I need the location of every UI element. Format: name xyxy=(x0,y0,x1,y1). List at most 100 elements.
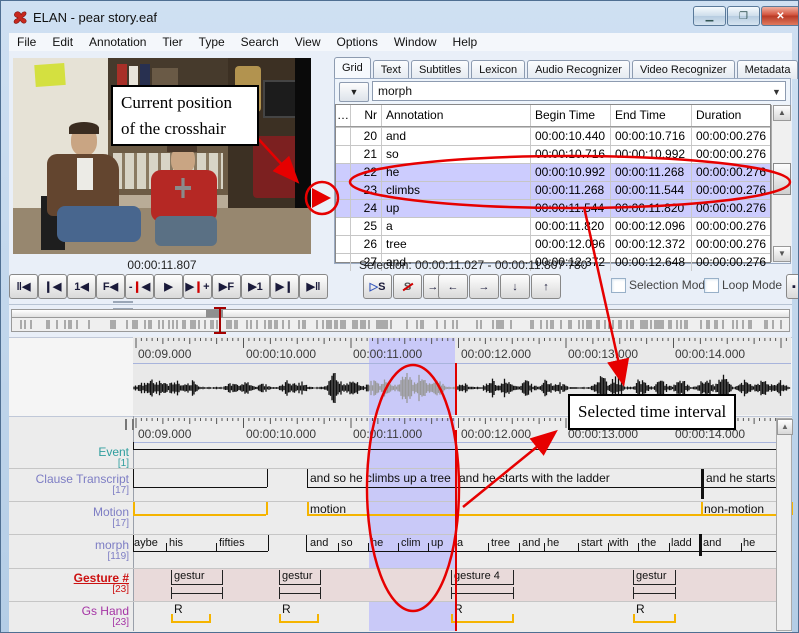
pixel-left-button[interactable]: -❙◀ xyxy=(125,274,154,299)
go-to-begin-button[interactable]: ‖◀ xyxy=(9,274,38,299)
second-left-button[interactable]: 1◀ xyxy=(67,274,96,299)
minimize-button[interactable]: ▁ xyxy=(693,6,726,26)
gesture-annotation[interactable]: gesture 4 xyxy=(451,570,514,585)
tier-label-gs-hand[interactable]: Gs Hand xyxy=(9,604,129,618)
menu-type[interactable]: Type xyxy=(191,34,233,50)
next-annotation-button[interactable]: → xyxy=(469,274,499,299)
tab-lexicon[interactable]: Lexicon xyxy=(471,60,525,79)
morph-annotation[interactable]: he xyxy=(743,537,755,549)
maximize-button[interactable]: ❐ xyxy=(727,6,760,26)
motion-annotation[interactable]: non-motion xyxy=(704,502,764,516)
morph-annotation[interactable]: ladd xyxy=(671,537,692,549)
frame-forward-button[interactable]: ▶F xyxy=(212,274,241,299)
go-to-next-scrollview-button[interactable]: ▶❙ xyxy=(270,274,299,299)
tab-subtitles[interactable]: Subtitles xyxy=(411,60,469,79)
tab-video-recognizer[interactable]: Video Recognizer xyxy=(632,60,735,79)
menu-help[interactable]: Help xyxy=(445,34,486,50)
morph-annotation[interactable]: and xyxy=(310,537,328,549)
play-selection-button[interactable]: ▷S xyxy=(363,274,392,299)
morph-annotation[interactable]: a xyxy=(457,537,463,549)
play-pause-button[interactable]: ▶ xyxy=(154,274,183,299)
timeline-scrollbar[interactable]: ▲ xyxy=(776,418,792,631)
clause-annotation[interactable]: and so he climbs up a tree xyxy=(310,471,451,485)
grid-header-0[interactable]: … xyxy=(336,105,350,126)
tier-selector-button[interactable]: ▼ xyxy=(339,82,369,102)
previous-annotation-button[interactable]: ← xyxy=(438,274,468,299)
morph-annotation[interactable]: start xyxy=(581,537,602,549)
table-row[interactable]: 23climbs00:00:11.26800:00:11.54400:00:00… xyxy=(336,181,770,199)
grid-header-3[interactable]: Begin Time xyxy=(530,105,610,126)
morph-annotation[interactable]: and xyxy=(522,537,540,549)
menu-file[interactable]: File xyxy=(9,34,44,50)
annotation-tick xyxy=(741,543,742,551)
media-overview-bar[interactable] xyxy=(11,309,790,318)
loop-mode-label: Loop Mode xyxy=(722,278,782,292)
grid-header-5[interactable]: Duration xyxy=(691,105,770,126)
annotation-down-button[interactable]: ↓ xyxy=(500,274,530,299)
volume-button[interactable]: ▪ xyxy=(786,274,799,299)
menu-annotation[interactable]: Annotation xyxy=(81,34,154,50)
motion-annotation[interactable]: motion xyxy=(310,502,346,516)
morph-annotation[interactable]: so xyxy=(341,537,353,549)
tier-label-motion[interactable]: Motion xyxy=(9,505,129,519)
grid-header-2[interactable]: Annotation xyxy=(381,105,530,126)
table-row[interactable]: 25a00:00:11.82000:00:12.09600:00:00.276 xyxy=(336,217,770,235)
morph-annotation[interactable]: he xyxy=(547,537,559,549)
grid-scrollbar[interactable]: ▲ ▼ xyxy=(771,105,791,262)
tier-resize-handle[interactable] xyxy=(125,419,134,430)
menu-window[interactable]: Window xyxy=(386,34,445,50)
table-row[interactable]: 21so00:00:10.71600:00:10.99200:00:00.276 xyxy=(336,145,770,163)
tier-label-morph[interactable]: morph xyxy=(9,538,129,552)
second-right-button[interactable]: ▶1 xyxy=(241,274,270,299)
grid-scrollbar-thumb[interactable] xyxy=(773,163,791,195)
scroll-up-icon[interactable]: ▲ xyxy=(773,105,791,121)
scroll-down-icon[interactable]: ▼ xyxy=(773,246,791,262)
pixel-right-button[interactable]: ▶❙+ xyxy=(183,274,212,299)
tab-grid[interactable]: Grid xyxy=(334,57,371,79)
loop-mode-checkbox[interactable] xyxy=(704,278,719,293)
annotation-up-button[interactable]: ↑ xyxy=(531,274,561,299)
morph-annotation[interactable]: his xyxy=(169,537,183,549)
menu-search[interactable]: Search xyxy=(233,34,287,50)
tab-audio-recognizer[interactable]: Audio Recognizer xyxy=(527,60,630,79)
grid-header-1[interactable]: Nr xyxy=(350,105,381,126)
go-to-end-button[interactable]: ▶‖ xyxy=(299,274,328,299)
menu-edit[interactable]: Edit xyxy=(44,34,81,50)
tier-label-gesture-[interactable]: Gesture # xyxy=(9,571,129,585)
morph-annotation[interactable]: and xyxy=(703,537,721,549)
selection-mode-checkbox[interactable] xyxy=(611,278,626,293)
clear-selection-button[interactable]: S xyxy=(393,274,422,299)
table-row[interactable]: 24up00:00:11.54400:00:11.82000:00:00.276 xyxy=(336,199,770,217)
frame-backward-button[interactable]: F◀ xyxy=(96,274,125,299)
tier-count: [119] xyxy=(9,551,129,562)
tab-metadata[interactable]: Metadata xyxy=(737,60,799,79)
close-button[interactable]: ✕ xyxy=(761,6,799,26)
scroll-up-icon[interactable]: ▲ xyxy=(777,419,793,435)
tier-label-clause-transcript[interactable]: Clause Transcript xyxy=(9,472,129,486)
gesture-annotation[interactable]: gestur xyxy=(279,570,321,585)
menu-options[interactable]: Options xyxy=(329,34,386,50)
clause-annotation[interactable]: and he starts xyxy=(706,471,775,485)
tier-label-event[interactable]: Event xyxy=(9,445,129,459)
go-to-previous-scrollview-button[interactable]: ❙◀ xyxy=(38,274,67,299)
morph-annotation[interactable]: fifties xyxy=(219,537,245,549)
table-row[interactable]: 26tree00:00:12.09600:00:12.37200:00:00.2… xyxy=(336,235,770,253)
morph-annotation[interactable]: with xyxy=(609,537,629,549)
morph-annotation[interactable]: aybe xyxy=(134,537,158,549)
grid-header-4[interactable]: End Time xyxy=(610,105,691,126)
table-row[interactable]: 22he00:00:10.99200:00:11.26800:00:00.276 xyxy=(336,163,770,181)
morph-annotation[interactable]: he xyxy=(371,537,383,549)
title-bar[interactable]: ELAN - pear story.eaf ▁ ❐ ✕ xyxy=(1,1,799,33)
morph-annotation[interactable]: tree xyxy=(491,537,510,549)
tab-text[interactable]: Text xyxy=(373,60,409,79)
table-row[interactable]: 20and00:00:10.44000:00:10.71600:00:00.27… xyxy=(336,127,770,145)
gesture-annotation[interactable]: gestur xyxy=(171,570,223,585)
clause-annotation[interactable]: and he starts with the ladder xyxy=(459,471,610,485)
gesture-annotation[interactable]: gestur xyxy=(633,570,676,585)
menu-tier[interactable]: Tier xyxy=(154,34,190,50)
morph-annotation[interactable]: the xyxy=(641,537,656,549)
morph-annotation[interactable]: clim xyxy=(401,537,421,549)
menu-view[interactable]: View xyxy=(287,34,329,50)
morph-annotation[interactable]: up xyxy=(431,537,443,549)
tier-dropdown[interactable]: morph xyxy=(372,81,786,101)
